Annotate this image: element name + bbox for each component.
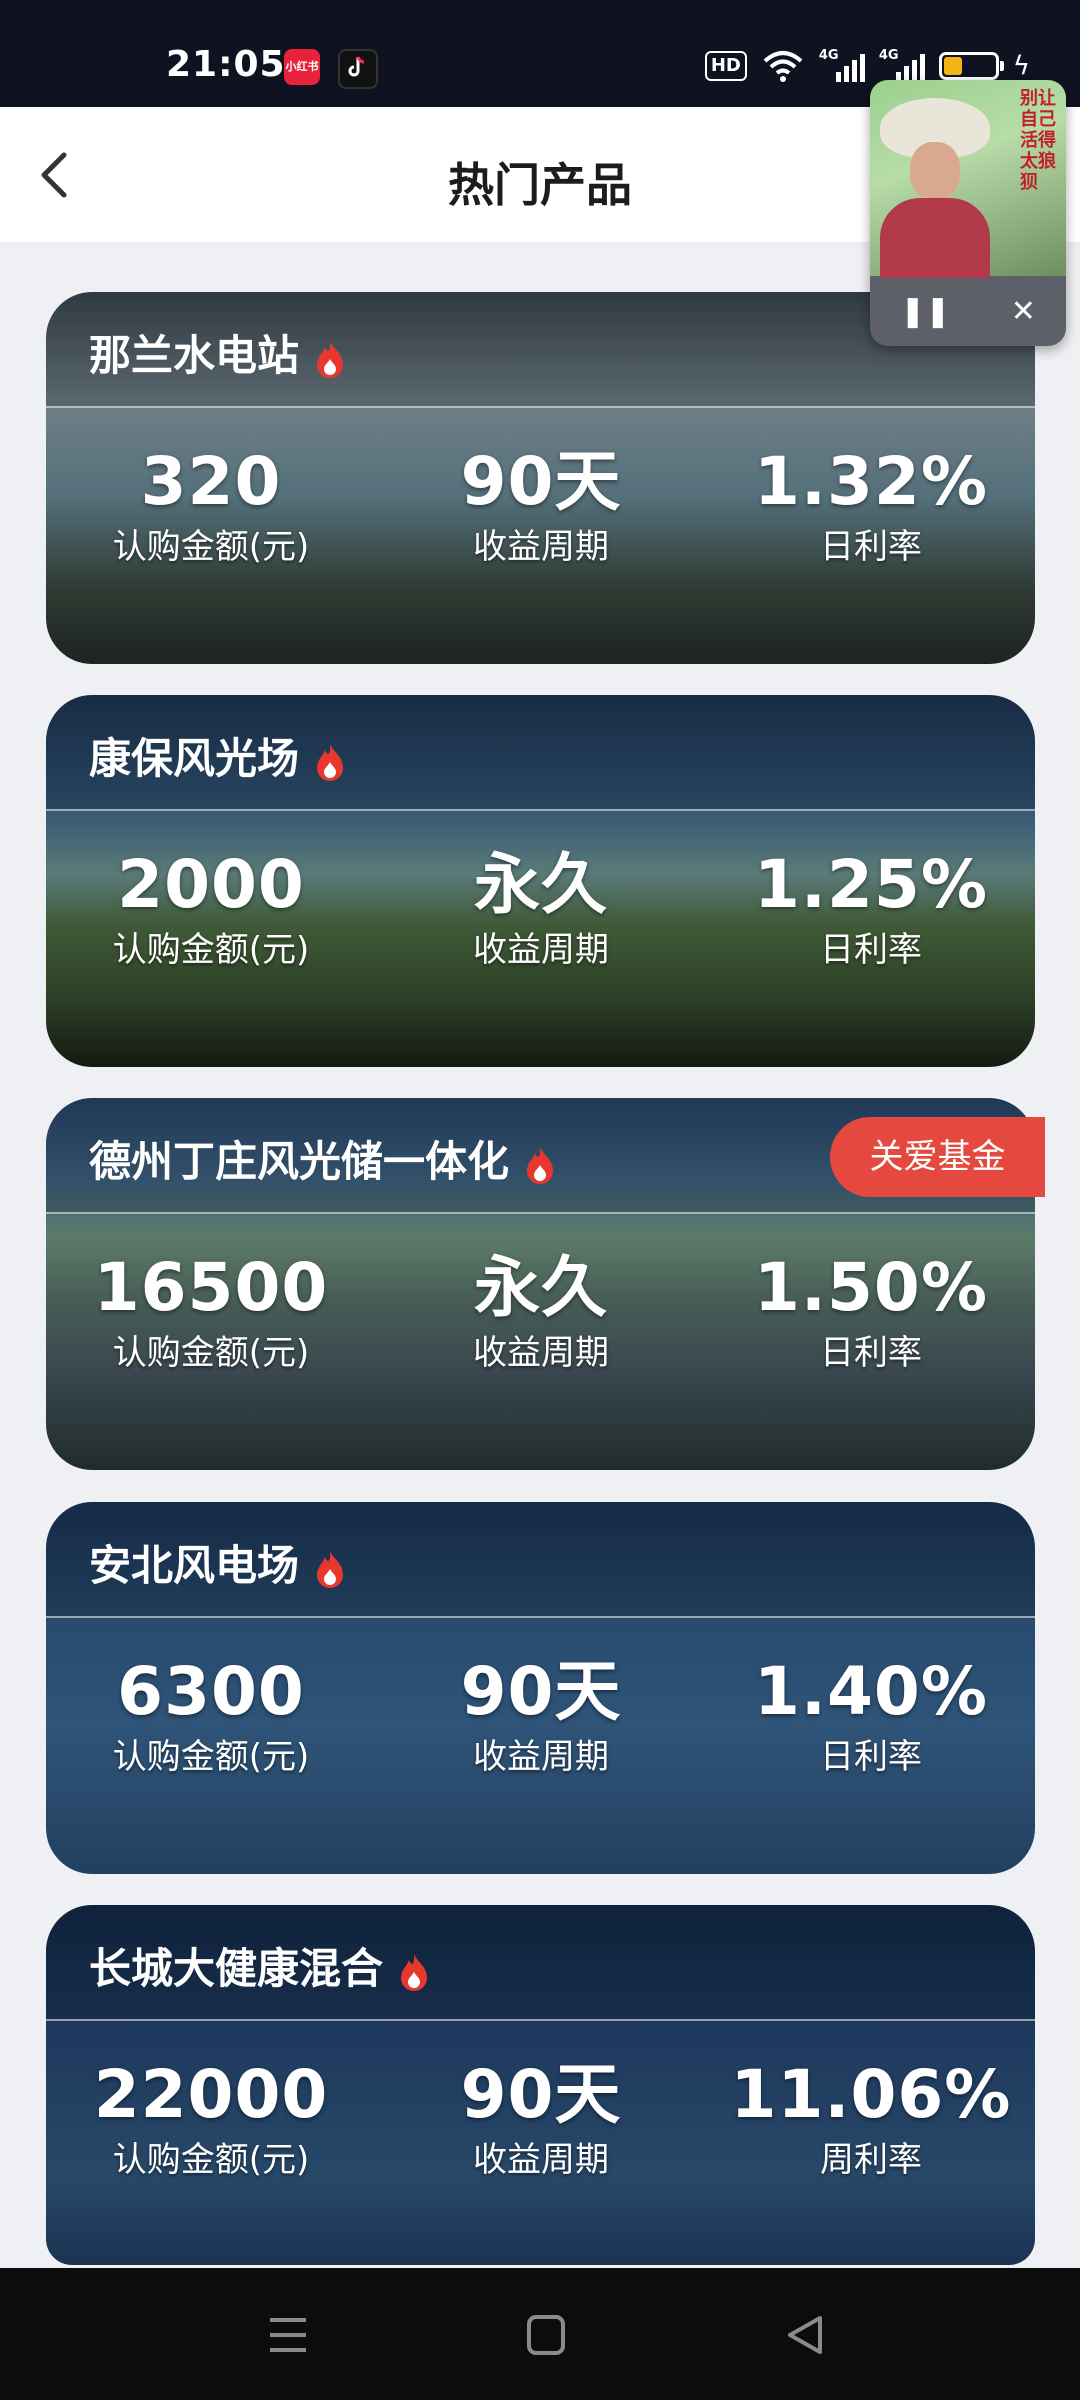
- period-label: 收益周期: [473, 1333, 609, 1373]
- rate-value: 1.40%: [754, 1653, 988, 1730]
- rate-label: 日利率: [820, 527, 922, 567]
- video-overlay-text: 别让自己活得太狼狈: [1020, 88, 1056, 193]
- signal-icon: 4G: [819, 48, 865, 84]
- rate-label: 日利率: [820, 930, 922, 970]
- tiktok-icon: [338, 49, 378, 89]
- pause-icon[interactable]: ❚❚: [900, 294, 950, 329]
- care-fund-badge[interactable]: 关爱基金: [830, 1117, 1045, 1197]
- period-label: 收益周期: [473, 527, 609, 567]
- amount-label: 认购金额(元): [112, 2140, 310, 2180]
- back-triangle-icon[interactable]: [776, 2308, 836, 2362]
- wifi-icon: [763, 51, 803, 82]
- period-label: 收益周期: [473, 1737, 609, 1777]
- period-value: 90天: [460, 443, 622, 520]
- amount-value: 22000: [93, 2056, 329, 2133]
- product-card[interactable]: 那兰水电站 320 认购金额(元) 90天收益周期 1.32% 日利率: [46, 292, 1035, 664]
- period-value: 90天: [460, 2056, 622, 2133]
- amount-label: 认购金额(元): [112, 930, 310, 970]
- battery-icon: [938, 52, 1004, 80]
- product-title: 那兰水电站: [89, 322, 347, 383]
- product-title: 康保风光场: [89, 725, 347, 786]
- rate-value: 1.50%: [754, 1249, 988, 1326]
- amount-value: 16500: [93, 1249, 329, 1326]
- signal-icon: 4G: [879, 48, 925, 84]
- amount-label: 认购金额(元): [112, 1333, 310, 1373]
- fire-icon: [527, 1146, 554, 1184]
- period-label: 收益周期: [473, 2140, 609, 2180]
- amount-label: 认购金额(元): [112, 1737, 310, 1777]
- status-time: 21:05: [166, 44, 286, 85]
- period-value: 永久: [474, 846, 608, 923]
- amount-value: 6300: [117, 1653, 305, 1730]
- fire-icon: [401, 1953, 428, 1991]
- period-label: 收益周期: [473, 930, 609, 970]
- period-value: 90天: [460, 1653, 622, 1730]
- period-value: 永久: [474, 1249, 608, 1326]
- fire-icon: [317, 340, 344, 378]
- system-nav-bar: [0, 2268, 1080, 2400]
- product-title: 德州丁庄风光储一体化: [89, 1128, 557, 1189]
- close-icon[interactable]: ✕: [1011, 294, 1036, 329]
- fire-icon: [317, 1550, 344, 1588]
- rate-value: 1.32%: [754, 443, 988, 520]
- product-title: 安北风电场: [89, 1532, 347, 1593]
- rate-value: 1.25%: [754, 846, 988, 923]
- product-card[interactable]: 长城大健康混合 22000 认购金额(元) 90天收益周期 11.06% 周利率: [46, 1905, 1035, 2265]
- amount-label: 认购金额(元): [112, 527, 310, 567]
- menu-icon[interactable]: [258, 2308, 318, 2362]
- amount-value: 320: [140, 443, 282, 520]
- hd-icon: HD: [704, 51, 747, 81]
- amount-value: 2000: [117, 846, 305, 923]
- floating-video[interactable]: 别让自己活得太狼狈 ❚❚ ✕: [870, 80, 1066, 346]
- fire-icon: [317, 743, 344, 781]
- rate-label: 日利率: [820, 1737, 922, 1777]
- product-card[interactable]: 安北风电场 6300 认购金额(元) 90天收益周期 1.40% 日利率: [46, 1502, 1035, 1874]
- home-square-icon[interactable]: [516, 2308, 576, 2362]
- video-thumbnail[interactable]: 别让自己活得太狼狈: [870, 80, 1066, 278]
- rate-value: 11.06%: [730, 2056, 1012, 2133]
- rate-label: 日利率: [820, 1333, 922, 1373]
- rate-label: 周利率: [820, 2140, 922, 2180]
- product-title: 长城大健康混合: [89, 1935, 431, 1996]
- charging-icon: ϟ: [1012, 51, 1030, 81]
- product-card[interactable]: 康保风光场 2000 认购金额(元) 永久收益周期 1.25% 日利率: [46, 695, 1035, 1067]
- xiaohongshu-icon: 小红书: [284, 49, 320, 85]
